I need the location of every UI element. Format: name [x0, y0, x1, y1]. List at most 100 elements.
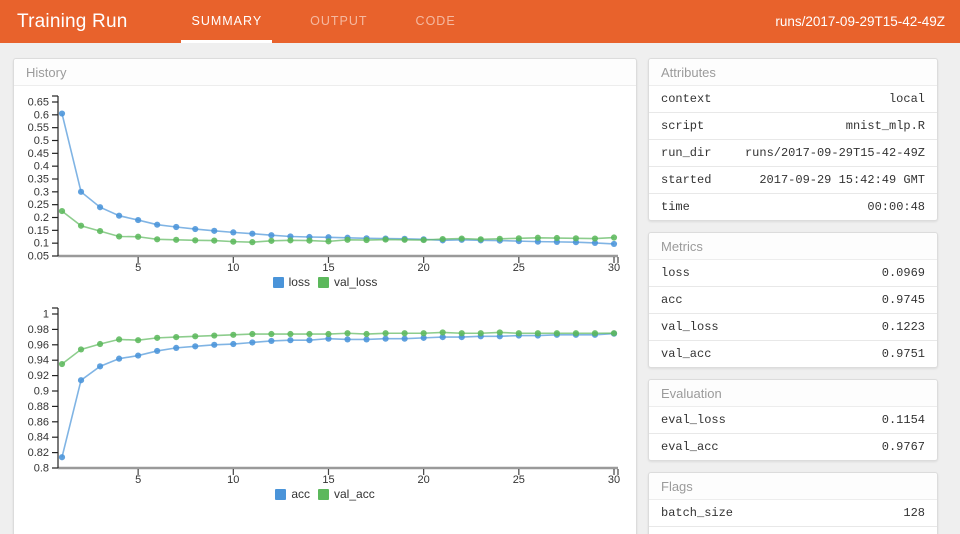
legend-swatch-icon [275, 488, 287, 500]
svg-text:15: 15 [322, 262, 334, 274]
kv-key: time [661, 200, 690, 214]
flags-rows: batch_size 128 dropout10.4 [649, 500, 937, 534]
loss-chart: 5 10 15 20 25 300.650.60.550.50.450.40.350.30… [28, 95, 620, 274]
legend-swatch-icon [317, 276, 329, 288]
evaluation-rows: eval_loss 0.1154 eval_acc 0.9767 [649, 407, 937, 460]
metrics-panel-title: Metrics [649, 233, 937, 260]
accuracy-chart: 5 10 15 20 25 30 1 0.98 0.96 0.94 0.92 0.9 0.88 0.86 0… [28, 307, 620, 486]
kv-row: eval_acc 0.9767 [649, 434, 937, 460]
kv-row: dropout10.4 [649, 527, 937, 534]
tab-summary[interactable]: SUMMARY [167, 0, 286, 43]
svg-text:20: 20 [418, 262, 430, 274]
attributes-panel: Attributes context local script mnist_mlp.R… [648, 58, 938, 221]
kv-row: eval_loss 0.1154 [649, 407, 937, 434]
metrics-panel: Metrics loss 0.0969 acc 0.9745 val_loss 0.122… [648, 232, 938, 368]
svg-text:0.96: 0.96 [28, 339, 49, 351]
svg-text:10: 10 [227, 474, 239, 486]
kv-value: 128 [903, 506, 925, 520]
svg-text:0.98: 0.98 [28, 324, 49, 336]
svg-text:0.2: 0.2 [34, 212, 49, 224]
kv-row: batch_size 128 [649, 500, 937, 527]
svg-text:0.92: 0.92 [28, 370, 49, 382]
svg-text:25: 25 [513, 474, 525, 486]
kv-key: context [661, 92, 712, 106]
svg-text:0.82: 0.82 [28, 447, 49, 459]
loss-chart-block: 5 10 15 20 25 30 0.65 0.6 0.55 0.5 0.45 0.4 0.35 0.3 0… [14, 86, 636, 298]
svg-text:20: 20 [418, 474, 430, 486]
attributes-rows: context local script mnist_mlp.R run_dir runs… [649, 86, 937, 220]
evaluation-panel: Evaluation eval_loss 0.1154 eval_acc 0.9767 [648, 379, 938, 461]
legend-item-loss: loss [272, 275, 310, 289]
main-content: History 5 10 15 20 25 30 0.65 0.6 0.55 0.5 0.45 0.4… [0, 43, 960, 534]
history-panel-title: History [14, 59, 636, 86]
kv-value: 00:00:48 [867, 200, 925, 214]
kv-value: 0.9767 [881, 440, 925, 454]
kv-row: val_loss 0.1223 [649, 314, 937, 341]
kv-row: started 2017-09-29 15:42:49 GMT [649, 167, 937, 194]
kv-row: context local [649, 86, 937, 113]
metrics-rows: loss 0.0969 acc 0.9745 val_loss 0.1223 val_acc… [649, 260, 937, 367]
kv-row: val_acc 0.9751 [649, 341, 937, 367]
svg-text:30: 30 [608, 474, 620, 486]
kv-key: run_dir [661, 146, 712, 160]
svg-text:0.84: 0.84 [28, 432, 49, 444]
svg-text:0.05: 0.05 [28, 251, 49, 263]
kv-value: runs/2017-09-29T15-42-49Z [744, 146, 925, 160]
kv-value: 0.1223 [881, 320, 925, 334]
kv-key: val_acc [661, 347, 712, 361]
app-title: Training Run [17, 11, 128, 32]
tab-code[interactable]: CODE [392, 0, 480, 43]
kv-key: loss [661, 266, 690, 280]
kv-key: batch_size [661, 506, 734, 520]
svg-text:0.94: 0.94 [28, 355, 49, 367]
svg-text:0.5: 0.5 [34, 135, 49, 147]
flags-panel: Flags batch_size 128 dropout10.4 [648, 472, 938, 534]
kv-key: started [661, 173, 712, 187]
kv-key: eval_loss [661, 413, 726, 427]
svg-text:0.45: 0.45 [28, 148, 49, 160]
legend-label: val_loss [333, 275, 378, 289]
flags-panel-title: Flags [649, 473, 937, 500]
loss-chart-legend: loss val_loss [24, 274, 626, 296]
kv-row: time 00:00:48 [649, 194, 937, 220]
evaluation-panel-title: Evaluation [649, 380, 937, 407]
app-header: Training Run SUMMARY OUTPUT CODE runs/20… [0, 0, 960, 43]
kv-value: mnist_mlp.R [845, 119, 925, 133]
svg-text:1: 1 [43, 309, 49, 321]
kv-row: script mnist_mlp.R [649, 113, 937, 140]
tab-bar: SUMMARY OUTPUT CODE [167, 0, 479, 43]
svg-text:0.15: 0.15 [28, 225, 49, 237]
legend-swatch-icon [272, 276, 284, 288]
svg-text:0.65: 0.65 [28, 97, 49, 109]
kv-value: 0.9751 [881, 347, 925, 361]
svg-text:0.9: 0.9 [34, 386, 49, 398]
accuracy-chart-legend: acc val_acc [24, 486, 626, 508]
svg-text:30: 30 [608, 262, 620, 274]
svg-text:5: 5 [135, 262, 141, 274]
kv-key: script [661, 119, 705, 133]
accuracy-chart-block: 5 10 15 20 25 30 1 0.98 0.96 0.94 0.92 0.9 0.88 0.86 0… [14, 298, 636, 510]
kv-row: run_dir runs/2017-09-29T15-42-49Z [649, 140, 937, 167]
svg-text:0.6: 0.6 [34, 109, 49, 121]
svg-text:0.1: 0.1 [34, 238, 49, 250]
legend-label: acc [291, 487, 310, 501]
svg-text:5: 5 [135, 474, 141, 486]
kv-row: acc 0.9745 [649, 287, 937, 314]
legend-swatch-icon [318, 488, 329, 500]
svg-text:0.88: 0.88 [28, 401, 49, 413]
svg-text:0.55: 0.55 [28, 122, 49, 134]
svg-text:25: 25 [513, 262, 525, 274]
summary-sidebar: Attributes context local script mnist_mlp.R… [648, 58, 938, 534]
kv-key: val_loss [661, 320, 719, 334]
kv-value: local [888, 92, 925, 106]
kv-value: 0.0969 [881, 266, 925, 280]
legend-label: loss [288, 275, 310, 289]
svg-text:10: 10 [227, 262, 239, 274]
legend-label: val_acc [334, 487, 375, 501]
svg-text:0.8: 0.8 [34, 463, 49, 475]
kv-key: eval_acc [661, 440, 719, 454]
legend-item-val_acc: val_acc [318, 487, 375, 501]
tab-output[interactable]: OUTPUT [286, 0, 391, 43]
svg-text:0.4: 0.4 [34, 161, 49, 173]
legend-item-val_loss: val_loss [317, 275, 378, 289]
